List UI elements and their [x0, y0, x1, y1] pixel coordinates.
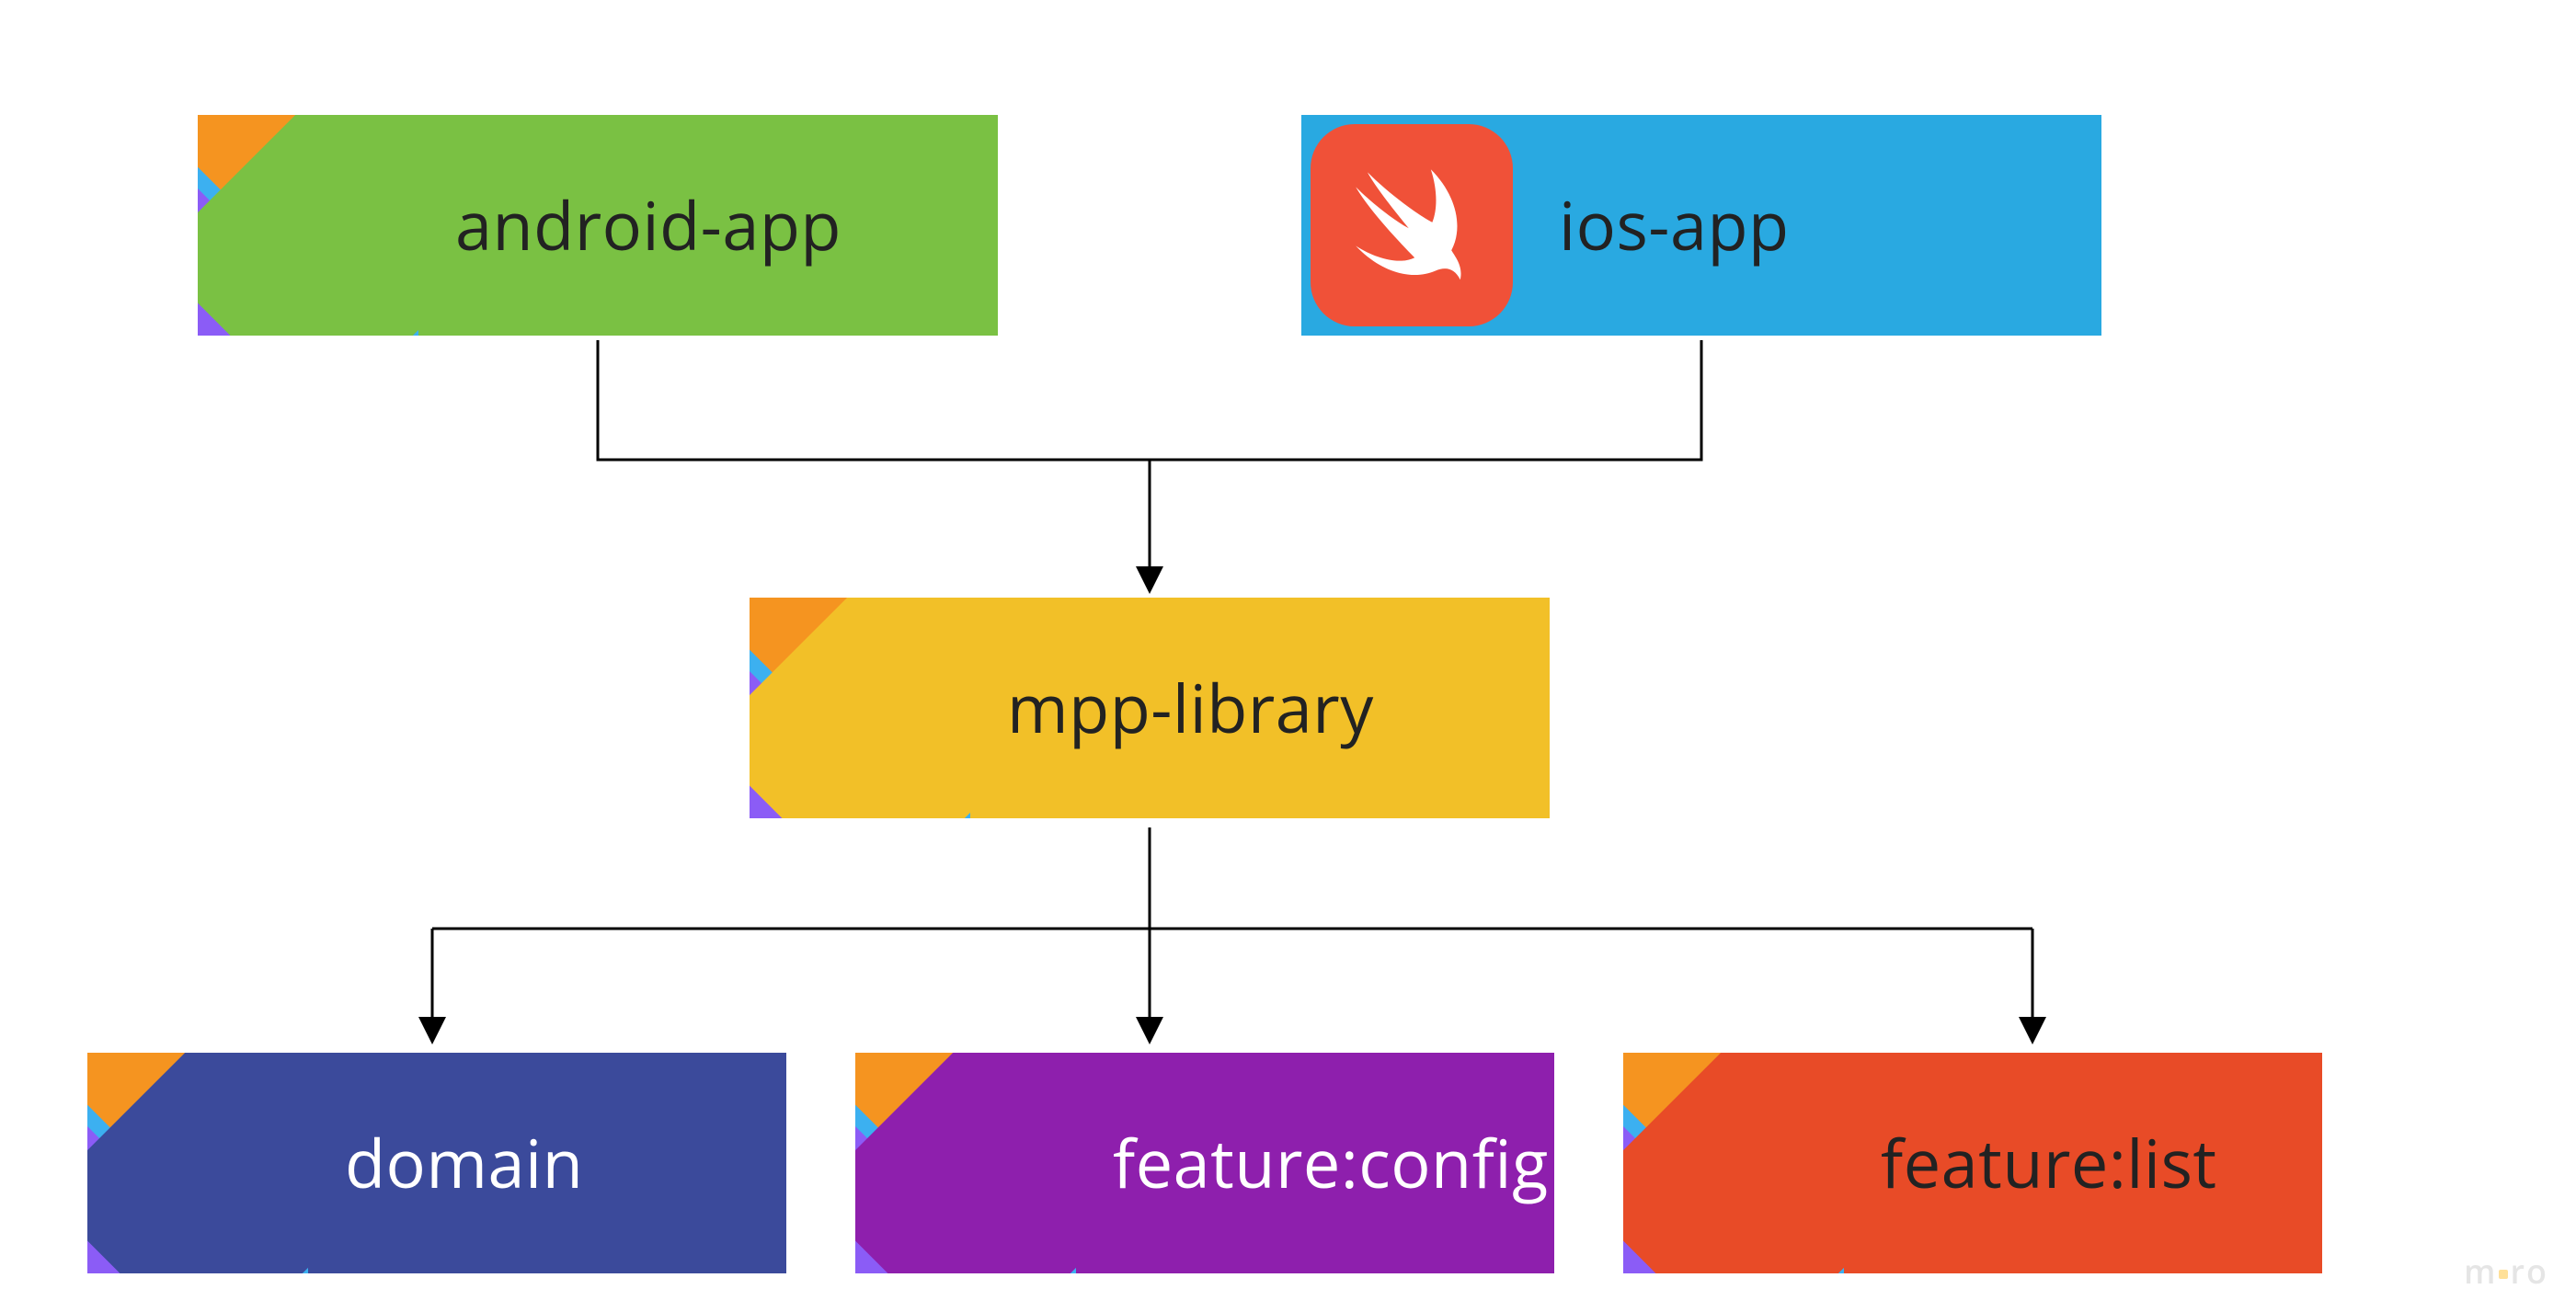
node-label: mpp-library: [970, 663, 1550, 753]
node-label: feature:list: [1844, 1118, 2322, 1208]
node-android-app: android-app: [198, 115, 998, 336]
kotlin-icon: [87, 1053, 308, 1273]
kotlin-icon: [198, 115, 418, 336]
diagram-canvas: android-app ios-app mpp-library: [0, 0, 2576, 1312]
node-feature-config: feature:config: [855, 1053, 1554, 1273]
node-label: android-app: [418, 180, 998, 270]
node-mpp-library: mpp-library: [750, 598, 1550, 818]
watermark: mro: [2464, 1249, 2548, 1294]
kotlin-icon: [855, 1053, 1076, 1273]
node-label: feature:config: [1076, 1118, 1554, 1208]
node-ios-app: ios-app: [1301, 115, 2101, 336]
swift-icon: [1301, 115, 1522, 336]
node-label: ios-app: [1522, 180, 2101, 270]
node-label: domain: [308, 1118, 786, 1208]
node-domain: domain: [87, 1053, 786, 1273]
kotlin-icon: [1623, 1053, 1844, 1273]
kotlin-icon: [750, 598, 970, 818]
node-feature-list: feature:list: [1623, 1053, 2322, 1273]
